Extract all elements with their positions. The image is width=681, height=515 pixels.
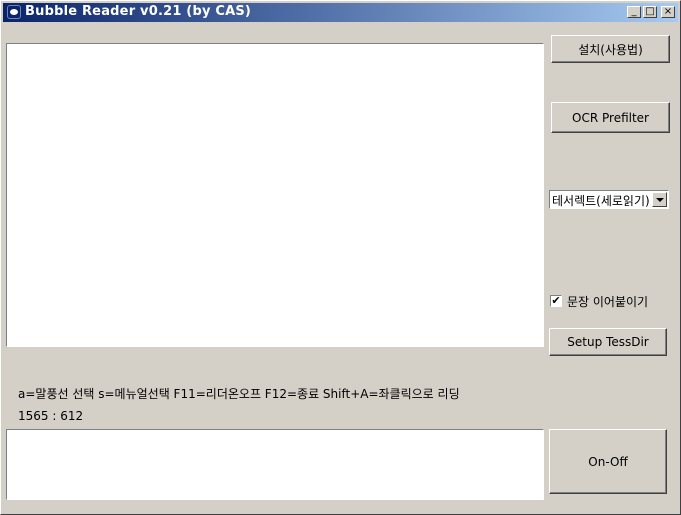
- on-off-button[interactable]: On-Off: [549, 429, 667, 494]
- ocr-engine-select[interactable]: 테서렉트(세로읽기): [549, 190, 669, 209]
- image-preview-panel: [6, 43, 544, 347]
- close-button[interactable]: ×: [661, 6, 675, 18]
- join-sentences-checkbox[interactable]: ✔: [550, 295, 562, 307]
- hotkey-hint-text: a=말풍선 선택 s=메뉴얼선택 F11=리더온오프 F12=종료 Shift+…: [18, 387, 460, 401]
- setup-tessdir-button[interactable]: Setup TessDir: [549, 328, 667, 356]
- cursor-coordinates: 1565 : 612: [18, 409, 84, 423]
- ocr-engine-value: 테서렉트(세로읽기): [552, 194, 650, 208]
- main-window: Bubble Reader v0.21 (by CAS) _ □ × 설치(사용…: [0, 0, 681, 515]
- app-icon: [7, 5, 21, 19]
- ocr-output-textbox[interactable]: [6, 429, 544, 500]
- install-button[interactable]: 설치(사용법): [551, 35, 670, 63]
- chevron-down-icon[interactable]: [652, 192, 667, 207]
- minimize-button[interactable]: _: [627, 6, 641, 18]
- maximize-button[interactable]: □: [643, 6, 657, 18]
- join-sentences-label[interactable]: 문장 이어붙이기: [567, 293, 648, 310]
- ocr-prefilter-button[interactable]: OCR Prefilter: [551, 102, 670, 133]
- title-bar[interactable]: Bubble Reader v0.21 (by CAS) _ □ ×: [3, 3, 678, 22]
- window-title: Bubble Reader v0.21 (by CAS): [25, 4, 252, 19]
